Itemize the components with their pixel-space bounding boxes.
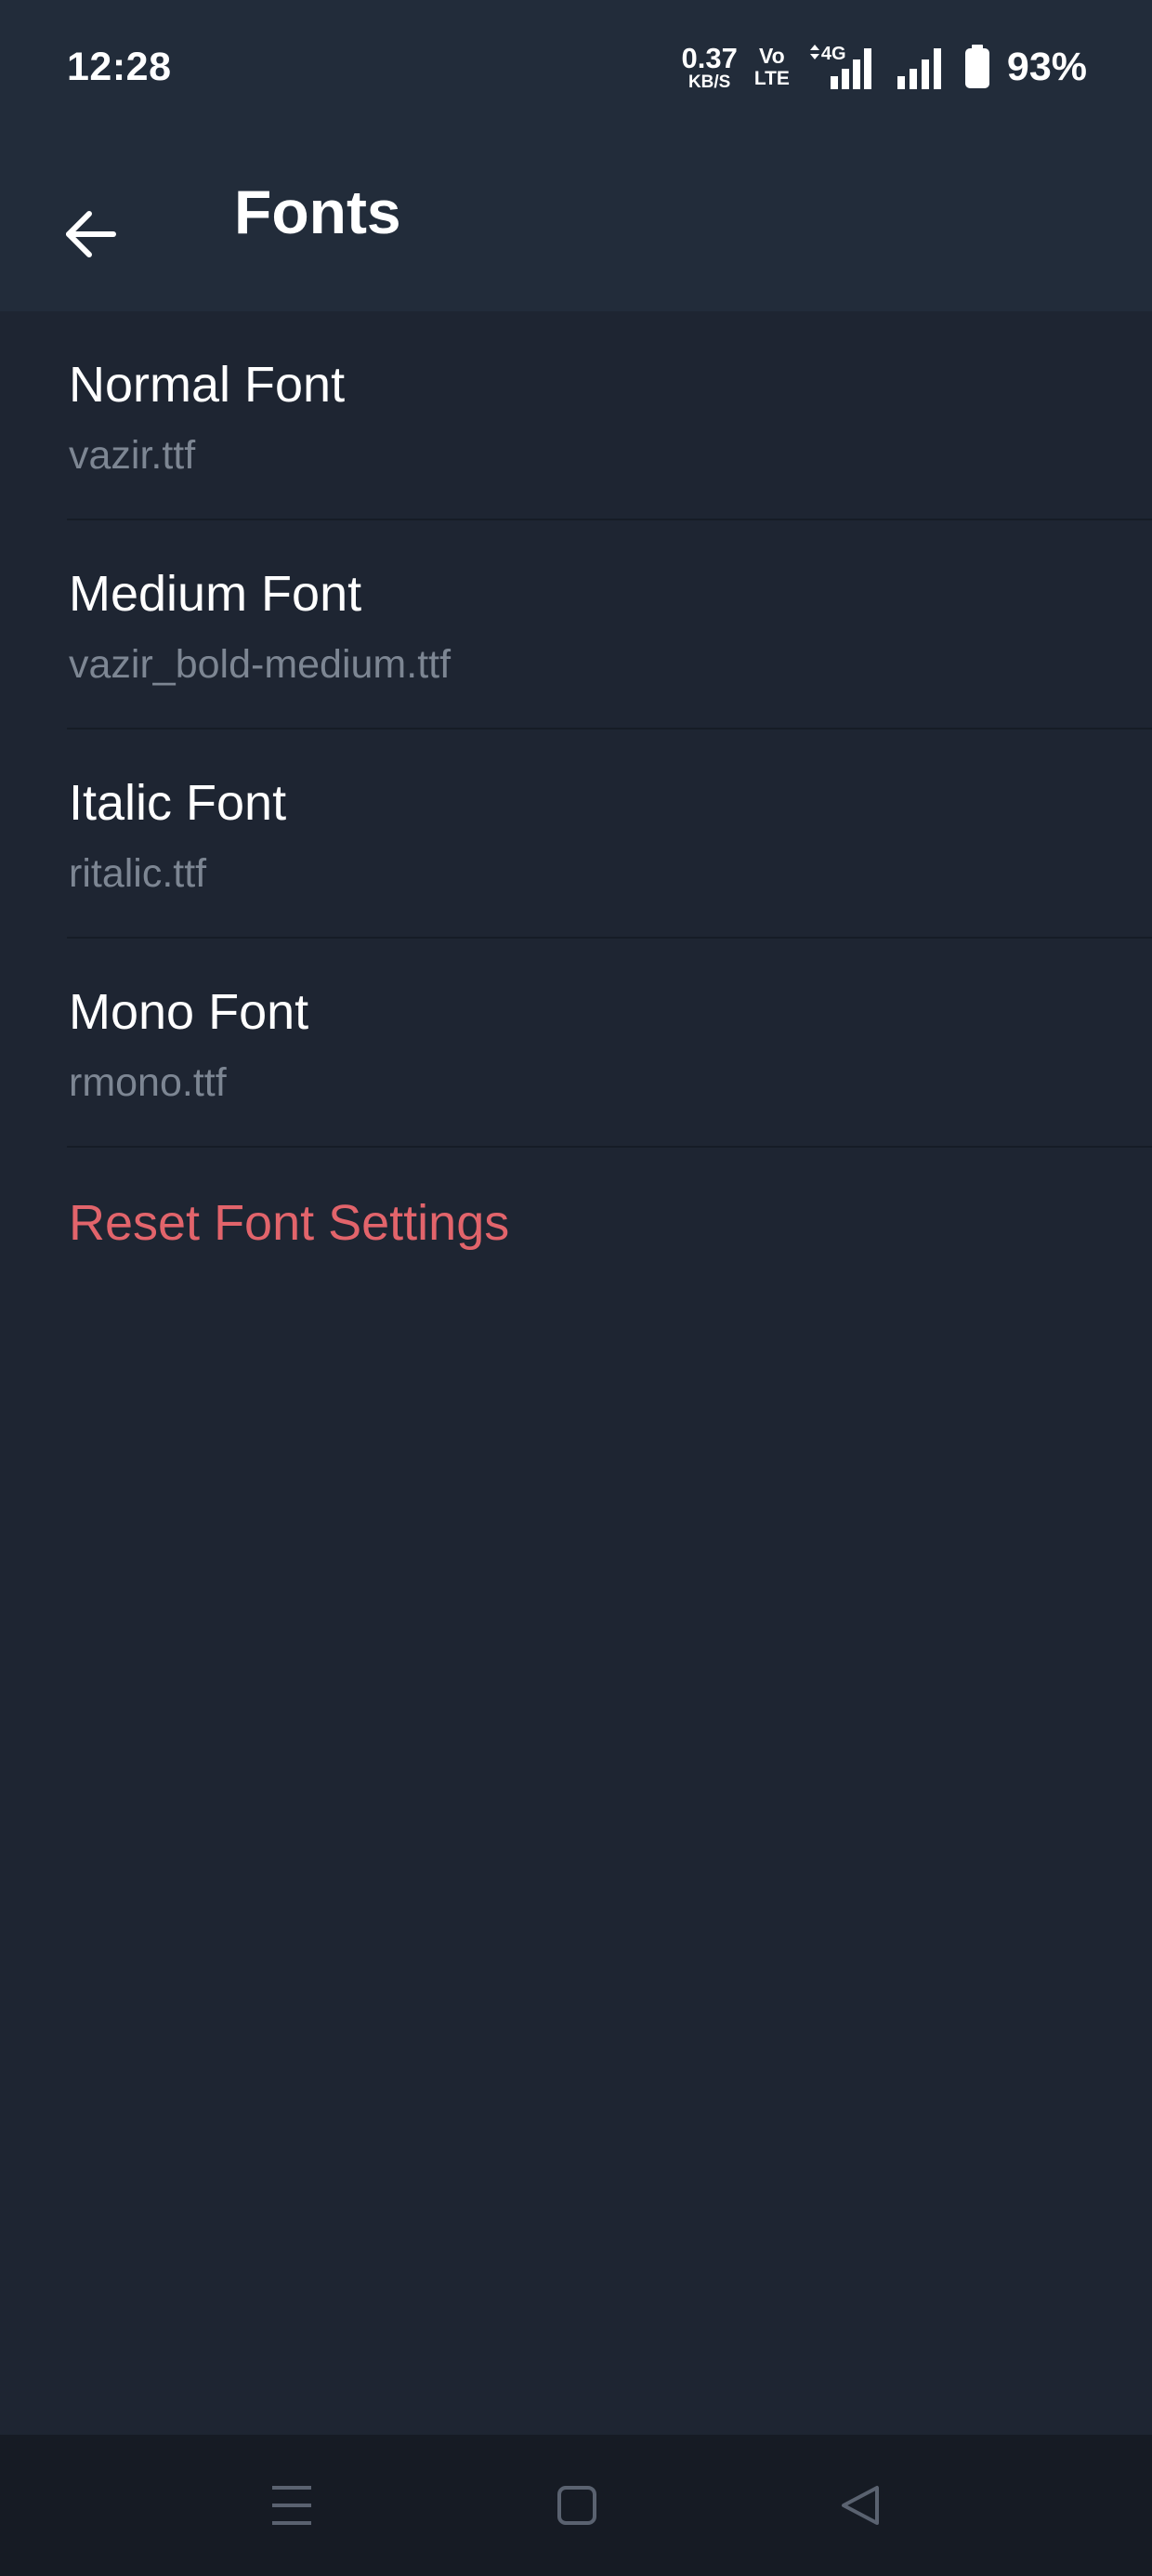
app-bar: Fonts — [0, 139, 1152, 311]
status-time: 12:28 — [67, 45, 172, 89]
volte-top-label: Vo — [759, 44, 785, 68]
network-speed-unit: KB/S — [687, 72, 731, 92]
battery-icon — [964, 45, 990, 89]
menu-icon — [272, 2486, 311, 2525]
setting-title: Medium Font — [69, 566, 362, 622]
setting-value: ritalic.ttf — [69, 851, 207, 896]
home-button[interactable] — [535, 2468, 619, 2543]
volte-icon: Vo LTE — [753, 44, 790, 89]
medium-font-setting[interactable]: Medium Font vazir_bold-medium.ttf — [0, 520, 1152, 729]
setting-value: vazir_bold-medium.ttf — [69, 642, 452, 687]
battery-percent: 93% — [1006, 44, 1087, 89]
page-title: Fonts — [234, 177, 401, 246]
signal-icon — [896, 43, 948, 91]
arrow-left-icon — [66, 211, 116, 257]
font-settings-list: Normal Font vazir.ttf Medium Font vazir_… — [0, 311, 1152, 1306]
setting-title: Normal Font — [69, 357, 346, 413]
back-button[interactable] — [46, 190, 136, 279]
setting-title: Mono Font — [69, 984, 309, 1040]
home-icon — [557, 2486, 596, 2525]
network-speed-value: 0.37 — [681, 41, 738, 74]
mono-font-setting[interactable]: Mono Font rmono.ttf — [0, 939, 1152, 1148]
normal-font-setting[interactable]: Normal Font vazir.ttf — [0, 311, 1152, 520]
reset-font-settings-label: Reset Font Settings — [69, 1195, 510, 1251]
recents-button[interactable] — [250, 2468, 334, 2543]
italic-font-setting[interactable]: Italic Font ritalic.ttf — [0, 729, 1152, 939]
setting-value: rmono.ttf — [69, 1060, 227, 1105]
system-nav-bar — [0, 2435, 1152, 2576]
back-nav-button[interactable] — [819, 2468, 903, 2543]
network-speed: 0.37 KB/S — [681, 44, 737, 91]
status-bar: 12:28 0.37 KB/S Vo LTE 4G 93% — [0, 0, 1152, 139]
back-triangle-icon — [842, 2486, 879, 2525]
reset-font-settings-button[interactable]: Reset Font Settings — [0, 1148, 1152, 1306]
setting-title: Italic Font — [69, 775, 287, 831]
volte-bottom-label: LTE — [753, 68, 790, 89]
signal-4g-icon: 4G — [806, 43, 879, 91]
status-icons: 0.37 KB/S Vo LTE 4G 93% — [681, 41, 1087, 93]
setting-value: vazir.ttf — [69, 433, 196, 478]
